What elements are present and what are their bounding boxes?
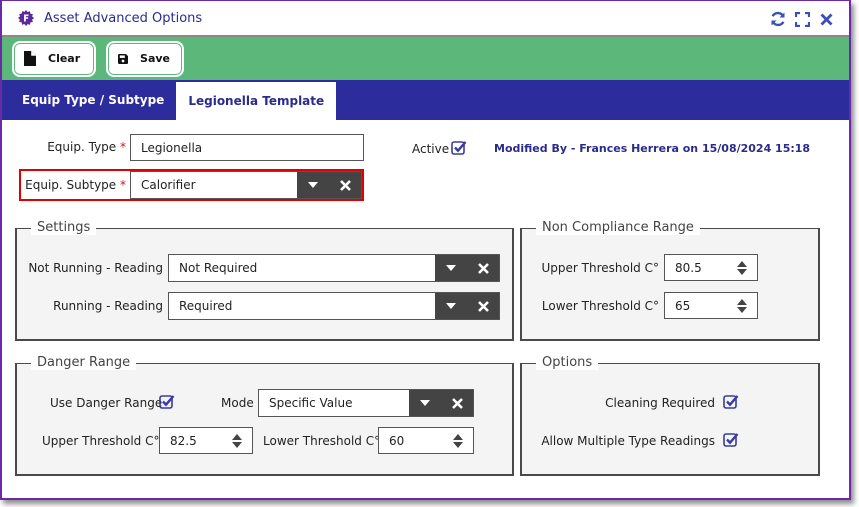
active-checkbox[interactable] (451, 140, 467, 156)
nc-lower-threshold-label: Lower Threshold C° (541, 299, 659, 313)
options-legend: Options (536, 355, 599, 370)
danger-upper-threshold-value: 82.5 (170, 433, 197, 448)
options-fieldset: Options Cleaning Required Allow Multiple… (520, 355, 820, 476)
checkbox-checked-icon (451, 141, 467, 155)
equip-type-value: Legionella (141, 140, 203, 155)
spinner-arrows-icon[interactable] (737, 299, 747, 313)
window-title: Asset Advanced Options (44, 10, 203, 26)
equip-subtype-expand-button[interactable] (297, 172, 329, 198)
floppy-disk-icon (118, 53, 129, 64)
expand-icon[interactable] (793, 10, 811, 28)
clear-button-label: Clear (48, 52, 81, 65)
checkbox-checked-icon (723, 433, 739, 447)
danger-upper-threshold-spinner[interactable]: 82.5 (159, 427, 253, 454)
spinner-arrows-icon[interactable] (232, 434, 242, 448)
checkbox-checked-icon (159, 395, 175, 409)
equip-type-label: Equip. Type * (32, 140, 126, 154)
save-button[interactable]: Save (106, 40, 184, 77)
mode-label: Mode (221, 396, 254, 410)
equip-subtype-clear-button[interactable] (329, 172, 361, 198)
clear-x-icon (477, 262, 489, 274)
save-button-label: Save (140, 52, 170, 65)
spinner-arrows-icon[interactable] (453, 434, 463, 448)
clear-x-icon (477, 300, 489, 312)
nc-upper-threshold-spinner[interactable]: 80.5 (664, 254, 758, 281)
chevron-down-icon (308, 182, 318, 188)
nc-lower-threshold-spinner[interactable]: 65 (664, 292, 758, 319)
equip-type-field[interactable]: Legionella (130, 134, 364, 161)
modified-by-text: Modified By - Frances Herrera on 15/08/2… (494, 142, 811, 155)
not-running-expand-button[interactable] (435, 255, 467, 281)
use-danger-range-checkbox[interactable] (159, 394, 175, 410)
settings-fieldset: Settings Not Running - Reading Not Requi… (15, 220, 514, 341)
settings-legend: Settings (31, 220, 97, 235)
file-icon (24, 51, 36, 66)
nc-upper-threshold-label: Upper Threshold C° (541, 261, 659, 275)
allow-multiple-type-readings-label: Allow Multiple Type Readings (541, 434, 715, 448)
not-running-reading-value: Not Required (179, 261, 258, 275)
nc-lower-threshold-value: 65 (675, 298, 691, 313)
danger-lower-threshold-label: Lower Threshold C° (263, 434, 381, 448)
cleaning-required-checkbox[interactable] (723, 394, 739, 410)
use-danger-range-label: Use Danger Range (50, 396, 163, 410)
running-clear-button[interactable] (467, 293, 499, 319)
tab-equip-type-subtype[interactable]: Equip Type / Subtype (10, 80, 176, 120)
not-running-reading-label: Not Running - Reading (28, 261, 163, 275)
not-running-clear-button[interactable] (467, 255, 499, 281)
asset-advanced-options-window: Asset Advanced Options Clear Save Equip … (0, 0, 851, 500)
tab-legionella-template[interactable]: Legionella Template (176, 82, 337, 120)
mode-expand-button[interactable] (409, 390, 441, 416)
running-reading-dropdown[interactable]: Required (168, 292, 500, 320)
clear-button[interactable]: Clear (12, 40, 96, 77)
tab-bar: Equip Type / Subtype Legionella Template (2, 80, 849, 120)
window-actions (769, 10, 835, 28)
required-marker: * (120, 178, 126, 192)
nc-upper-threshold-value: 80.5 (675, 260, 702, 275)
running-reading-label: Running - Reading (53, 299, 163, 313)
non-compliance-range-fieldset: Non Compliance Range Upper Threshold C° … (520, 220, 820, 341)
clear-x-icon (339, 179, 351, 191)
chevron-down-icon (420, 400, 430, 406)
equip-subtype-label: Equip. Subtype * (24, 178, 126, 192)
cleaning-required-label: Cleaning Required (605, 396, 715, 410)
equip-subtype-value: Calorifier (141, 178, 196, 192)
equip-subtype-dropdown[interactable]: Calorifier (130, 171, 362, 199)
running-reading-value: Required (179, 299, 233, 313)
title-bar: Asset Advanced Options (2, 1, 849, 37)
toolbar: Clear Save (2, 37, 849, 80)
clear-x-icon (451, 397, 463, 409)
non-compliance-legend: Non Compliance Range (536, 220, 700, 235)
not-running-reading-dropdown[interactable]: Not Required (168, 254, 500, 282)
mode-value: Specific Value (269, 396, 353, 410)
chevron-down-icon (446, 265, 456, 271)
equip-subtype-label-text: Equip. Subtype (25, 178, 117, 192)
running-expand-button[interactable] (435, 293, 467, 319)
app-logo-gear-icon (18, 10, 34, 26)
mode-clear-button[interactable] (441, 390, 473, 416)
active-label: Active (412, 142, 450, 156)
legionella-template-panel: Equip. Type * Legionella Equip. Subtype … (2, 120, 849, 498)
danger-range-fieldset: Danger Range Use Danger Range Mode Speci… (15, 355, 514, 476)
chevron-down-icon (446, 303, 456, 309)
checkbox-checked-icon (723, 395, 739, 409)
mode-dropdown[interactable]: Specific Value (258, 389, 474, 417)
equip-type-label-text: Equip. Type (47, 140, 117, 154)
allow-multiple-type-readings-checkbox[interactable] (723, 432, 739, 448)
required-marker: * (120, 140, 126, 154)
close-icon[interactable] (817, 10, 835, 28)
danger-lower-threshold-spinner[interactable]: 60 (378, 427, 474, 454)
danger-lower-threshold-value: 60 (389, 433, 405, 448)
spinner-arrows-icon[interactable] (737, 261, 747, 275)
danger-upper-threshold-label: Upper Threshold C° (42, 434, 160, 448)
refresh-icon[interactable] (769, 10, 787, 28)
danger-range-legend: Danger Range (31, 355, 137, 370)
